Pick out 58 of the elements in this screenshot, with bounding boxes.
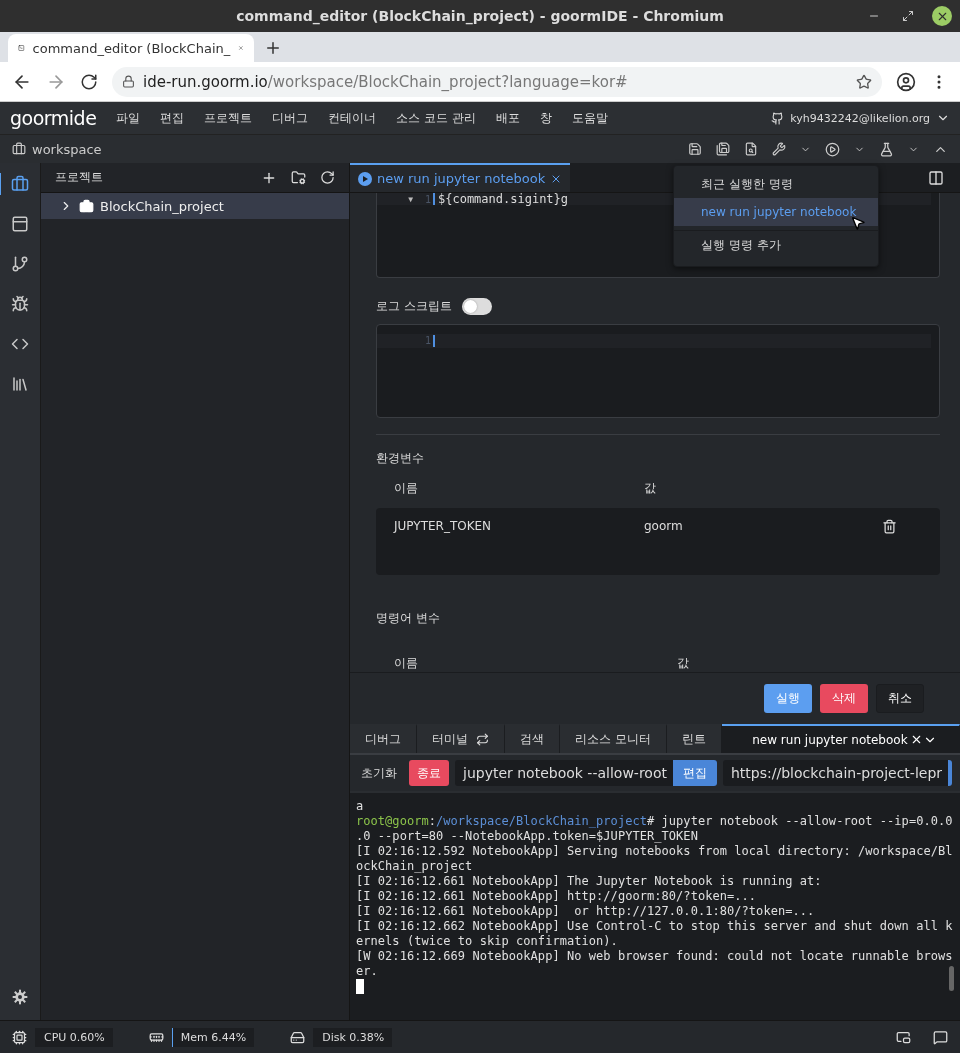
fold-arrow[interactable]: ▼ xyxy=(377,194,413,204)
table-cell-text: goorm xyxy=(644,519,684,534)
terminal-line: er. xyxy=(356,964,378,979)
column-header: 값 xyxy=(677,655,690,672)
logo: goormide xyxy=(10,107,97,129)
window-title: command_editor (BlockChain_project) - goormIDE - Chromium xyxy=(236,8,724,24)
terminal-line: [I 02:16:12.662 NotebookApp] Use Control-C to stop this server and shut down all k xyxy=(356,919,953,934)
menu-item[interactable]: 프로젝트 xyxy=(204,109,253,127)
browser-tab[interactable]: command_editor (BlockChain_ xyxy=(8,34,254,62)
terminal-line: .0 --port=80 --NotebookApp.token=$JUPYTER_TOKEN xyxy=(356,829,698,844)
terminal-line: a xyxy=(356,799,364,814)
column-header: 이름 xyxy=(394,655,419,672)
code-line: ${command.sigint}g xyxy=(438,193,569,206)
menu-item[interactable]: 편집 xyxy=(160,109,185,127)
status-text: CPU 0.60% xyxy=(35,1027,113,1047)
status-text: Disk 0.38% xyxy=(313,1027,393,1047)
section-title: 환경변수 xyxy=(376,450,425,468)
terminal-line: [W 02:16:12.669 NotebookApp] No web browser found: could not locate runnable brows xyxy=(356,949,953,964)
menu-item[interactable]: 배포 xyxy=(495,109,520,127)
url-text: ide-run.goorm.io/workspace/BlockChain_project?language=kor# xyxy=(143,72,628,91)
url-field[interactable]: https://blockchain-project-lepr xyxy=(722,760,952,786)
column-header: 값 xyxy=(644,479,657,497)
status-text: Mem 6.44% xyxy=(171,1027,255,1047)
section-title: 명령어 변수 xyxy=(376,610,441,628)
menu-item[interactable]: 컨테이너 xyxy=(328,109,377,127)
tab-title: command_editor (BlockChain_ xyxy=(32,40,231,56)
terminal-line: [I 02:16:12.661 NotebookApp] or http://127.0.0.1:80/?token=... xyxy=(356,904,815,919)
table-cell-text: JUPYTER_TOKEN xyxy=(394,519,493,534)
terminal-line: ockChain_project xyxy=(356,859,473,874)
action-button[interactable]: 취소 xyxy=(876,684,924,713)
tree-item[interactable]: BlockChain_project xyxy=(41,193,349,219)
menu-item[interactable]: 소스 코드 관리 xyxy=(396,109,476,127)
panel-title: 프로젝트 xyxy=(55,169,103,186)
workspace-label: workspace xyxy=(32,141,102,157)
action-button[interactable]: 삭제 xyxy=(820,684,868,713)
terminal-line: [I 02:16:12.592 NotebookApp] Serving notebooks from local directory: /workspace/Bl xyxy=(356,844,953,859)
toggle-label: 로그 스크립트 xyxy=(376,297,452,315)
menu-item[interactable]: 실행 명령 추가 xyxy=(674,230,878,260)
line-number: 1 xyxy=(423,193,432,205)
menu-item[interactable]: new run jupyter notebook xyxy=(674,198,878,226)
address-field[interactable]: ide-run.goorm.io/workspace/BlockChain_project?language=kor# xyxy=(112,66,882,97)
menu-item[interactable]: 디버그 xyxy=(272,109,309,127)
command-field[interactable]: jupyter notebook --allow-root 편집 xyxy=(455,760,717,786)
terminal-line: [I 02:16:12.661 NotebookApp] http://goorm:80/?token=... xyxy=(356,889,757,904)
terminal-line: [I 02:16:12.661 NotebookApp] The Jupyter Notebook is running at: xyxy=(356,874,822,889)
editor-tab[interactable]: new run jupyter notebook xyxy=(350,163,571,192)
column-header: 이름 xyxy=(394,479,419,497)
reset-button[interactable]: 초기화 xyxy=(361,764,403,782)
panel-tab[interactable]: new run jupyter notebook xyxy=(721,724,960,753)
user-email[interactable]: kyh9432242@likelion.org xyxy=(790,111,930,125)
terminal-line: ernels (twice to skip confirmation). xyxy=(356,934,618,949)
menu-item[interactable]: 도움말 xyxy=(571,109,608,127)
terminal-line: root@goorm:/workspace/BlockChain_project# jupyter notebook --allow-root --ip=0.0.0 xyxy=(356,814,953,829)
stop-button[interactable]: 종료 xyxy=(409,760,449,786)
menu-item[interactable]: 창 xyxy=(539,109,552,127)
edit-button[interactable]: 편집 xyxy=(672,760,717,786)
line-number: 1 xyxy=(423,335,432,347)
menu-item[interactable]: 파일 xyxy=(116,109,141,127)
